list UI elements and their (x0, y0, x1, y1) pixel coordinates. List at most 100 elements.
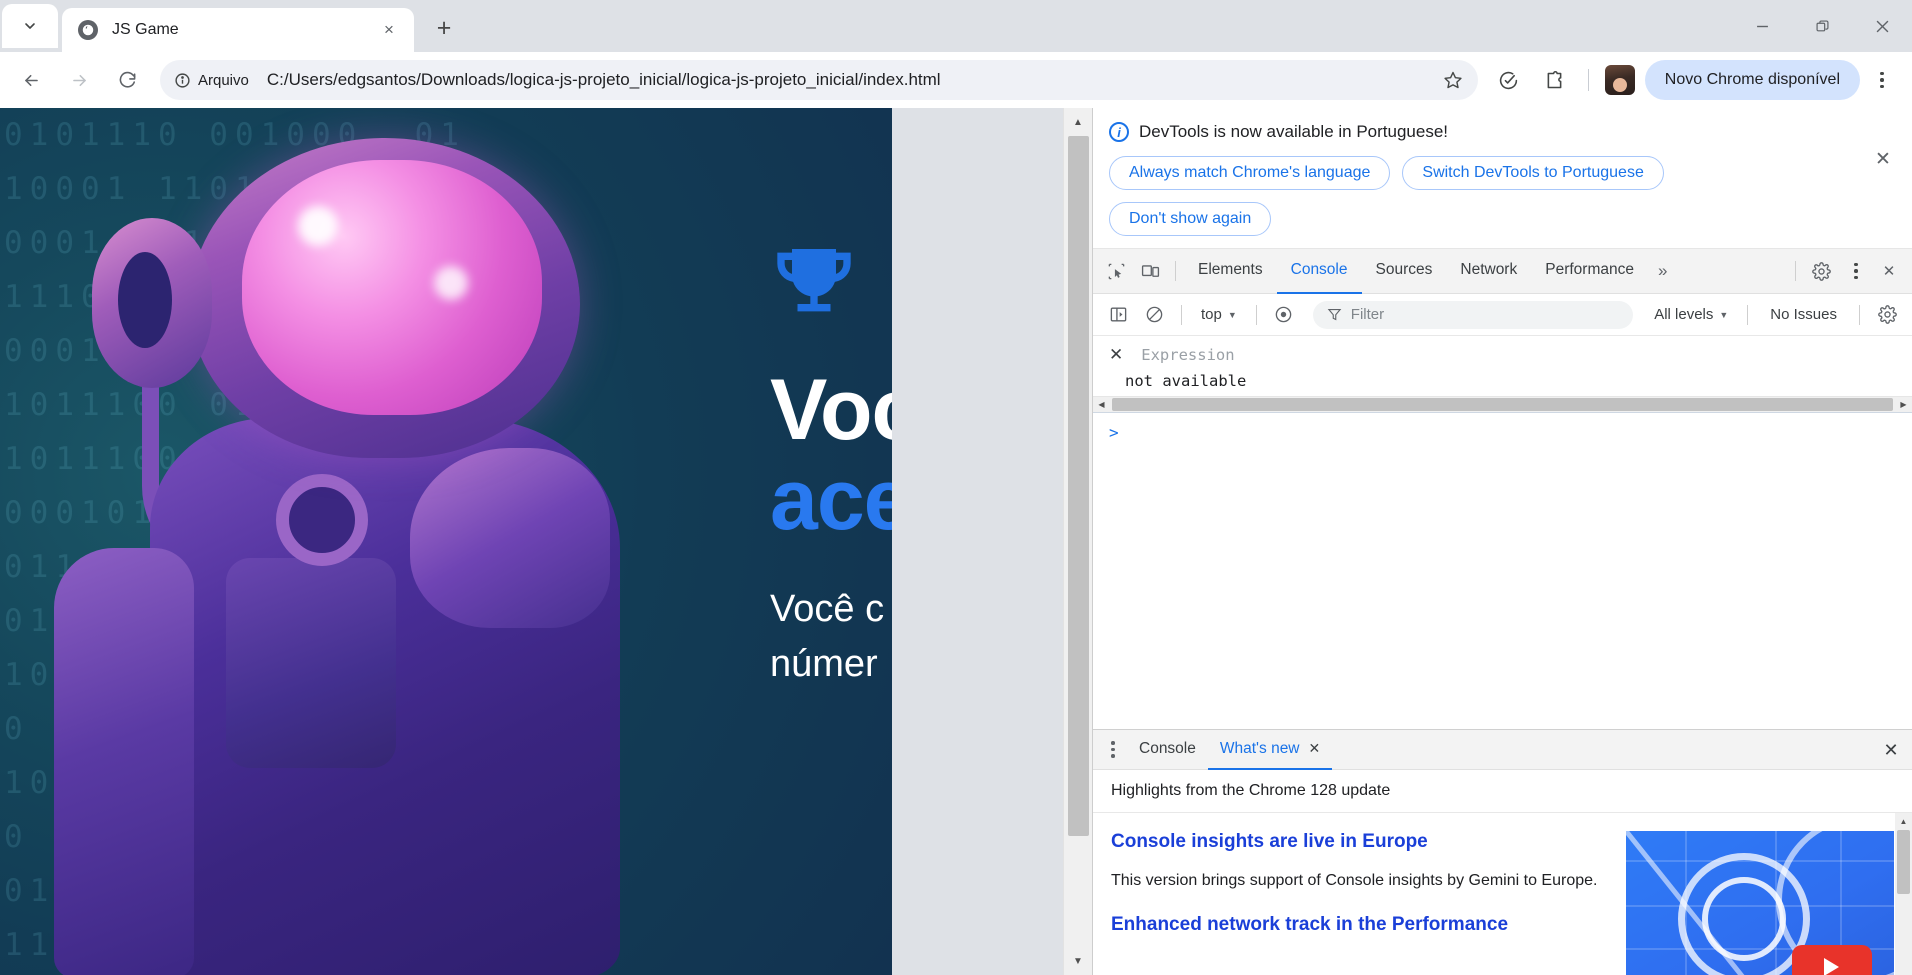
puzzle-piece-icon[interactable] (1535, 60, 1575, 100)
article-heading-2[interactable]: Enhanced network track in the Performanc… (1111, 914, 1606, 936)
whats-new-scroll-up-arrow[interactable]: ▲ (1895, 813, 1912, 830)
drawer-menu-icon[interactable] (1099, 736, 1127, 764)
devtools-panel: i DevTools is now available in Portugues… (1092, 108, 1912, 975)
drawer-tab-close-icon[interactable]: ✕ (1309, 740, 1321, 757)
hscroll-thumb[interactable] (1112, 398, 1893, 411)
tab-network[interactable]: Network (1446, 249, 1531, 294)
trophy-icon (770, 238, 892, 331)
info-icon: i (1109, 122, 1129, 142)
live-expression-placeholder[interactable]: Expression (1141, 346, 1234, 364)
drawer-tabbar: Console What's new ✕ ✕ (1093, 730, 1912, 770)
whats-new-thumbnail[interactable] (1626, 831, 1894, 975)
devtools-drawer: Console What's new ✕ ✕ Highlights from t… (1093, 729, 1912, 975)
article-body-1: This version brings support of Console i… (1111, 872, 1598, 889)
dont-show-again-button[interactable]: Don't show again (1109, 202, 1272, 236)
hero-content: Você ace Você c númer (770, 108, 892, 975)
chevron-down-icon: ▼ (1227, 309, 1237, 320)
new-tab-button[interactable]: + (424, 8, 464, 48)
page-title: Você ace (770, 365, 892, 546)
reload-button[interactable] (106, 59, 148, 101)
console-toolbar: top ▼ Filter All levels ▼ No Issues (1093, 294, 1912, 336)
update-chrome-button[interactable]: Novo Chrome disponível (1644, 60, 1860, 100)
drawer-tab-whats-new-label: What's new (1219, 739, 1300, 757)
live-expression-row: ✕ Expression (1093, 336, 1912, 370)
tab-performance[interactable]: Performance (1531, 249, 1648, 294)
hscroll-left-arrow[interactable]: ◀ (1093, 396, 1110, 413)
scroll-up-arrow[interactable]: ▲ (1064, 108, 1092, 136)
game-page: 0101110 001000 01 10001 110101 0010 0001… (0, 108, 892, 975)
toolbar-divider (1587, 69, 1589, 91)
address-bar[interactable]: Arquivo C:/Users/edgsantos/Downloads/log… (160, 60, 1478, 100)
log-levels-selector[interactable]: All levels ▼ (1645, 303, 1737, 326)
browser-toolbar: Arquivo C:/Users/edgsantos/Downloads/log… (0, 52, 1912, 108)
kebab-menu-icon[interactable] (1862, 60, 1902, 100)
url-text[interactable]: C:/Users/edgsantos/Downloads/logica-js-p… (261, 70, 1436, 90)
window-controls (1732, 0, 1912, 52)
play-button-graphic (1792, 945, 1872, 975)
remove-live-expression-icon[interactable]: ✕ (1109, 345, 1123, 365)
hscroll-right-arrow[interactable]: ▶ (1895, 396, 1912, 413)
article-heading-1[interactable]: Console insights are live in Europe (1111, 831, 1606, 853)
banner-message: DevTools is now available in Portuguese! (1139, 122, 1449, 141)
whats-new-body: Console insights are live in Europe This… (1093, 813, 1912, 975)
whats-new-scrollbar[interactable]: ▲ (1895, 813, 1912, 975)
console-horizontal-scrollbar[interactable]: ◀ ▶ (1093, 396, 1912, 413)
issues-counter[interactable]: No Issues (1758, 306, 1849, 323)
page-subtitle-line2: númer (770, 642, 878, 685)
star-icon[interactable] (1436, 63, 1470, 97)
inspect-element-icon[interactable] (1099, 254, 1133, 288)
console-filter-input[interactable]: Filter (1312, 300, 1634, 329)
filter-icon (1327, 308, 1342, 321)
forward-button[interactable] (58, 59, 100, 101)
whats-new-scroll-thumb[interactable] (1897, 830, 1910, 894)
live-expression-icon[interactable] (1267, 298, 1301, 332)
drawer-tab-console[interactable]: Console (1127, 730, 1208, 770)
banner-close-icon[interactable]: ✕ (1870, 146, 1896, 172)
back-button[interactable] (10, 59, 52, 101)
maximize-restore-button[interactable] (1792, 0, 1852, 52)
always-match-language-button[interactable]: Always match Chrome's language (1109, 156, 1391, 190)
close-window-button[interactable] (1852, 0, 1912, 52)
browser-tab[interactable]: JS Game × (62, 8, 414, 52)
browser-window: JS Game × + Arquivo C:/Users/edgsantos/D… (0, 0, 1912, 975)
console-sidebar-icon[interactable] (1101, 298, 1135, 332)
tab-title: JS Game (112, 21, 179, 38)
clock-check-icon[interactable] (1489, 60, 1529, 100)
tab-elements[interactable]: Elements (1184, 249, 1277, 294)
origin-chip[interactable]: Arquivo (164, 68, 261, 93)
live-expression-value: not available (1125, 372, 1247, 390)
gear-icon[interactable] (1804, 254, 1838, 288)
avatar[interactable] (1604, 65, 1635, 95)
console-prompt[interactable]: > (1093, 413, 1912, 452)
scrollbar-thumb[interactable] (1068, 136, 1089, 836)
tab-strip: JS Game × + (0, 0, 1912, 52)
log-levels-label: All levels (1654, 306, 1714, 323)
devtools-close-icon[interactable]: ✕ (1872, 254, 1906, 288)
devtools-menu-icon[interactable] (1838, 254, 1872, 288)
devtools-language-banner: i DevTools is now available in Portugues… (1093, 108, 1912, 249)
astronaut-illustration (30, 118, 690, 975)
page-subtitle: Você c númer (770, 582, 892, 692)
tab-search-icon[interactable] (2, 4, 58, 48)
console-settings-gear-icon[interactable] (1870, 298, 1904, 332)
drawer-tab-whats-new[interactable]: What's new ✕ (1207, 730, 1333, 770)
whats-new-subtitle: Highlights from the Chrome 128 update (1093, 770, 1912, 813)
more-tabs-icon[interactable]: » (1648, 261, 1677, 281)
whats-new-articles: Console insights are live in Europe This… (1111, 831, 1606, 975)
tab-console[interactable]: Console (1276, 249, 1362, 294)
switch-devtools-language-button[interactable]: Switch DevTools to Portuguese (1402, 156, 1664, 190)
scroll-down-arrow[interactable]: ▼ (1064, 947, 1092, 975)
device-toolbar-icon[interactable] (1133, 254, 1167, 288)
clear-console-icon[interactable] (1137, 298, 1171, 332)
drawer-close-icon[interactable]: ✕ (1878, 737, 1904, 763)
page-title-line1: Você (770, 362, 892, 458)
devtools-tabbar: Elements Console Sources Network Perform… (1093, 249, 1912, 294)
drawer-tab-console-label: Console (1139, 739, 1196, 757)
tab-close-button[interactable]: × (376, 17, 402, 43)
page-scrollbar[interactable]: ▲ ▼ (1063, 108, 1092, 975)
console-filter-placeholder: Filter (1350, 306, 1385, 323)
tab-sources[interactable]: Sources (1362, 249, 1447, 294)
chevron-down-icon: ▼ (1719, 309, 1729, 320)
minimize-button[interactable] (1732, 0, 1792, 52)
execution-context-selector[interactable]: top ▼ (1192, 303, 1246, 326)
